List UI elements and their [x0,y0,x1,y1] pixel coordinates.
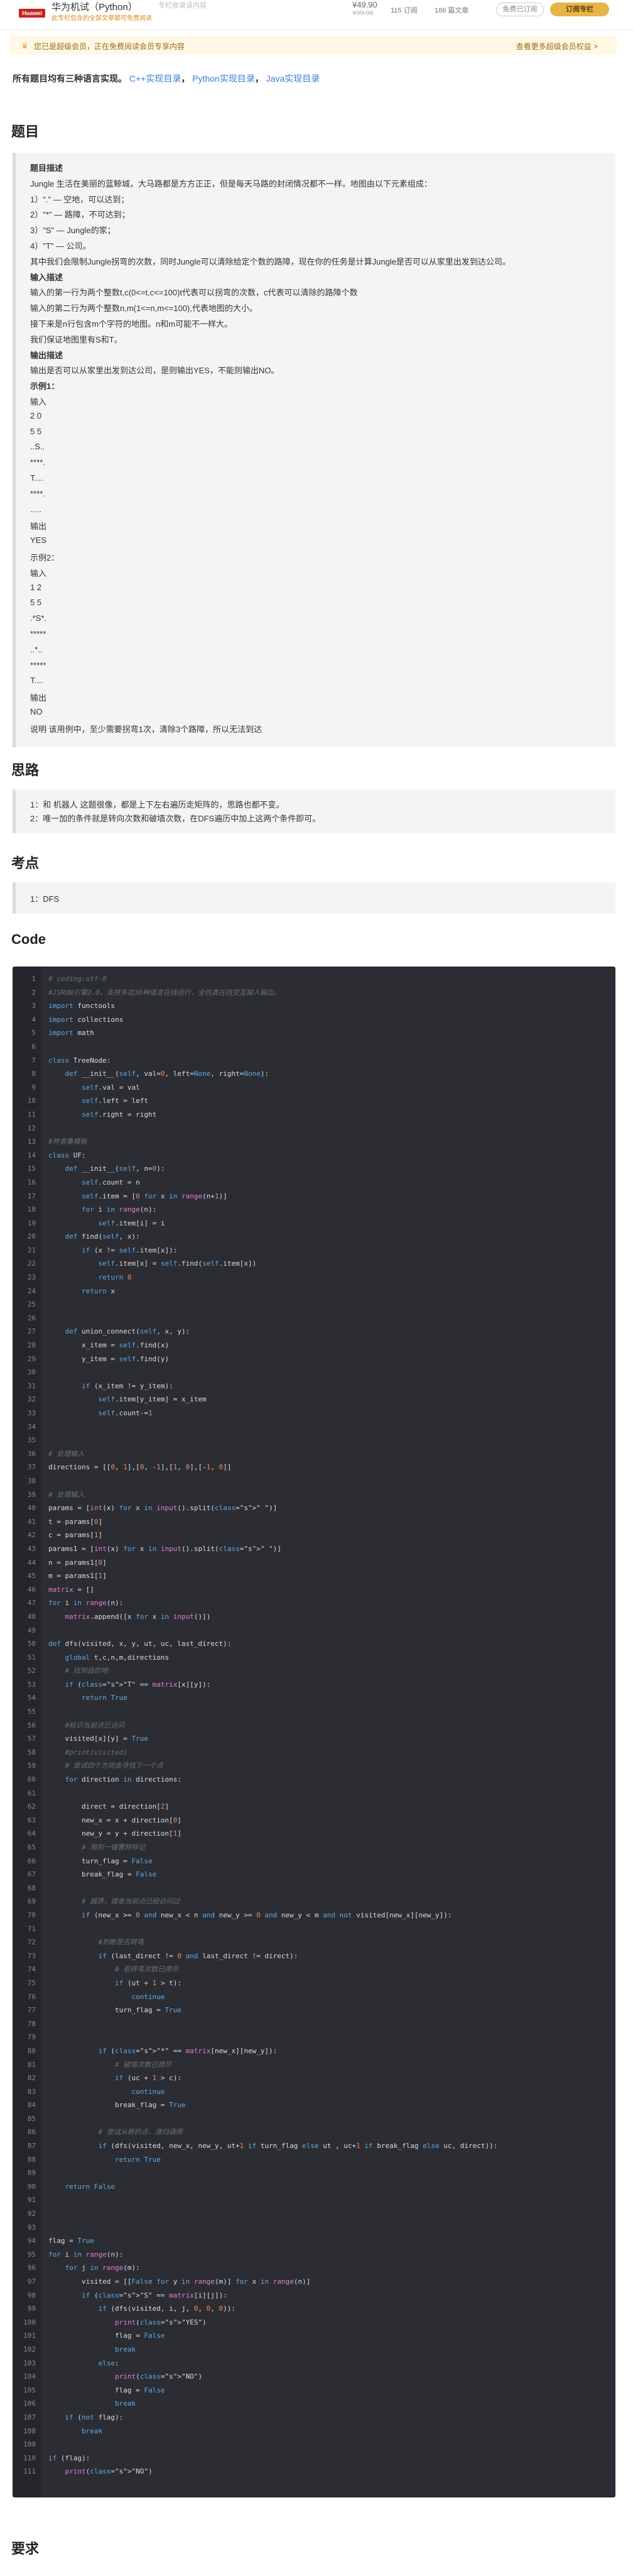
problem-line: YES [30,535,47,545]
article-count: 186 篇文章 [435,7,469,14]
vip-benefits-link[interactable]: 查看更多超级会员权益 > [516,41,598,52]
intro-text: 所有题目均有三种语言实现。 [13,74,127,84]
section-title-code: Code [11,931,46,947]
section-title-require: 要求 [11,2541,40,2557]
problem-line: 输入 [30,397,47,407]
problem-line: ***** [30,629,46,639]
vip-notice-text: 您已是超级会员，正在免费阅读会员专享内容 [34,42,185,51]
problem-line: ..*.. [30,644,43,654]
code-content: 1 # coding:utf-8 2 #JSRUN引擎2.0，支持多达30种语言在线… [23,975,498,2476]
problem-line: ..... [30,504,42,514]
link-cpp-index[interactable]: C++实现目录 [129,74,181,84]
section-title-problem: 题目 [11,124,40,140]
problem-line: ****. [30,458,45,468]
problem-line: 其中我们会限制Jungle拐弯的次数，同时Jungle可以清除给定个数的路障，现… [30,256,511,266]
problem-line: 2 0 [30,410,42,420]
subscribe-column-button[interactable]: 订阅专栏 [550,3,609,16]
problem-line: 3）"S" — Jungle的家； [30,226,116,236]
code-block[interactable]: 1 # coding:utf-8 2 #JSRUN引擎2.0，支持多达30种语言在线… [13,967,615,2497]
problem-line: 示例1： [30,381,60,392]
problem-line: 4）"T" — 公司。 [30,241,91,251]
problem-line: 输出 [30,522,47,532]
subscriber-count: 115 订阅 [391,7,418,14]
problem-line: 输入 [30,568,47,578]
problem-line: 输出 [30,693,47,703]
idea-line: 1：和 机器人 这题很像，都是上下左右遍历走矩阵的，思路也都不变。 [30,800,284,809]
kaodian-block: 1：DFS [13,882,615,914]
column-tag: 此专栏包含的全部文章都可免费阅读 [51,15,152,22]
problem-line: .*S*. [30,613,47,623]
problem-line: 输入的第二行为两个整数n,m(1<=n,m<=100),代表地图的大小。 [30,304,257,314]
column-old-price: ¥99.00 [352,9,374,17]
problem-line: T.... [30,473,43,483]
vip-notice-bar: ♛ 您已是超级会员，正在免费阅读会员专享内容 查看更多超级会员权益 > [10,36,617,55]
section-title-kaodian: 考点 [11,855,40,871]
link-java-index[interactable]: Java实现目录 [266,74,320,84]
kaodian-line: 1：DFS [30,894,60,904]
problem-line: 输入的第一行为两个整数t,c(0<=t,c<=100)t代表可以拐弯的次数，c代… [30,288,358,298]
problem-line: 说明 该用例中，至少需要拐弯1次，清除3个路障，所以无法到达 [30,724,262,734]
huawei-logo: Huawei [19,9,45,18]
problem-line: 接下来是n行包含m个字符的地图。n和m可能不一样大。 [30,319,233,329]
link-python-index[interactable]: Python实现目录 [192,74,255,84]
problem-line: T.... [30,676,43,686]
problem-line: 5 5 [30,598,42,608]
problem-line: 2）"*" — 路障，不可达到； [30,210,130,220]
problem-line: 输入描述 [30,272,63,282]
problem-line: ..S.. [30,442,45,452]
problem-line: 输出是否可以从家里出发到达公司，是则输出YES，不能则输出NO。 [30,366,279,376]
problem-line: ****. [30,488,45,498]
column-header: Huawei 华为机试（Python） 专栏收录该内容 此专栏包含的全部文章都可… [0,0,633,30]
free-subscribed-button[interactable]: 免费已订阅 [496,3,544,16]
problem-line: 题目描述 [30,163,63,173]
problem-line: ***** [30,660,46,670]
problem-block: 题目描述 Jungle 生活在美丽的蓝鲸城，大马路都是方方正正，但是每天马路的封闭… [13,153,615,747]
problem-line: Jungle 生活在美丽的蓝鲸城，大马路都是方方正正，但是每天马路的封闭情况都不… [30,178,432,189]
problem-line: NO [30,707,43,716]
column-title[interactable]: 华为机试（Python） [51,0,138,13]
section-title-idea: 思路 [11,762,40,778]
intro-line: 所有题目均有三种语言实现。 C++实现目录， Python实现目录， Java实… [13,74,320,84]
problem-line: 5 5 [30,426,42,436]
problem-line: 1 2 [30,582,42,592]
crown-icon: ♛ [21,41,28,50]
problem-line: 示例2： [30,553,60,562]
column-note: 专栏收录该内容 [158,2,207,9]
problem-line: 我们保证地图里有S和T。 [30,334,122,344]
problem-line: 1）"." — 空地，可以达到； [30,194,129,204]
problem-line: 输出描述 [30,350,63,360]
idea-block: 1：和 机器人 这题很像，都是上下左右遍历走矩阵的，思路也都不变。 2：唯一加的条… [13,789,615,833]
idea-line: 2：唯一加的条件就是转向次数和破墙次数，在DFS遍历中加上这两个条件即可。 [30,814,321,823]
column-price: ¥49.90 [352,0,377,9]
